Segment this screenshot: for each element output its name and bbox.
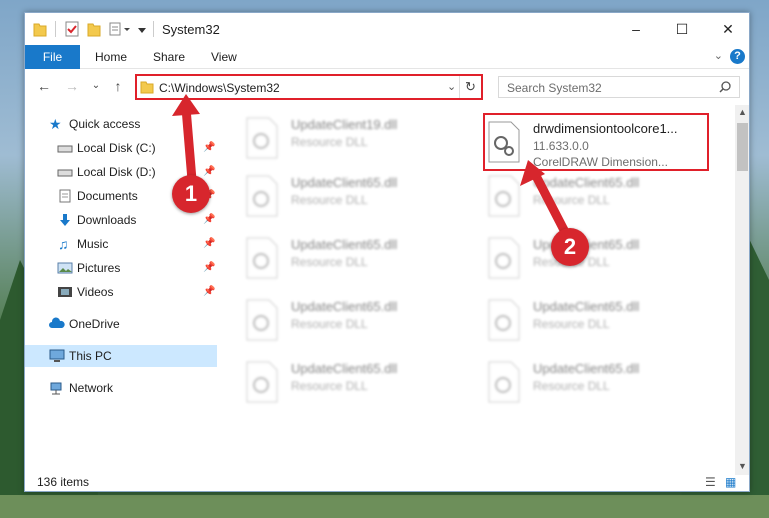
search-placeholder: Search System32 bbox=[507, 81, 602, 95]
refresh-icon[interactable]: ↻ bbox=[465, 79, 476, 95]
pictures-icon bbox=[57, 262, 73, 274]
customize-toolbar-icon[interactable] bbox=[109, 21, 131, 37]
folder-icon bbox=[140, 81, 154, 94]
large-icons-view-icon[interactable]: ▦ bbox=[725, 475, 736, 489]
sidebar-item-network[interactable]: Network bbox=[25, 377, 217, 399]
maximize-button[interactable]: ☐ bbox=[659, 13, 705, 45]
step-marker-two: 2 bbox=[551, 228, 589, 266]
window-title: System32 bbox=[162, 22, 220, 37]
pin-icon[interactable]: 📌 bbox=[203, 209, 215, 231]
scrollbar-thumb[interactable] bbox=[737, 123, 748, 171]
pin-icon[interactable]: 📌 bbox=[203, 281, 215, 303]
tab-view[interactable]: View bbox=[211, 45, 237, 69]
item-count: 136 items bbox=[37, 475, 90, 489]
address-bar[interactable]: C:\Windows\System32 ⌄ ↻ bbox=[135, 74, 483, 100]
vertical-scrollbar[interactable]: ▲ ▼ bbox=[735, 105, 749, 475]
file-item[interactable]: UpdateClient65.dll Resource DLL bbox=[245, 233, 465, 287]
file-item[interactable]: UpdateClient19.dll Resource DLL bbox=[245, 113, 465, 167]
pin-icon[interactable]: 📌 bbox=[203, 257, 215, 279]
search-icon[interactable] bbox=[719, 81, 731, 93]
chevron-down-icon[interactable]: ⌄ bbox=[714, 49, 723, 62]
address-path: C:\Windows\System32 bbox=[159, 81, 280, 95]
pin-icon[interactable]: 📌 bbox=[203, 161, 215, 183]
documents-icon bbox=[59, 189, 71, 203]
ribbon: File Home Share View ⌄ ? bbox=[25, 45, 749, 69]
file-item[interactable]: UpdateClient65.dll Resource DLL bbox=[245, 295, 465, 349]
drive-icon bbox=[57, 145, 73, 153]
scroll-up-icon[interactable]: ▲ bbox=[738, 107, 747, 117]
sidebar-item-quick-access[interactable]: ★ Quick access bbox=[25, 113, 217, 135]
details-view-icon[interactable]: ☰ bbox=[705, 475, 716, 489]
navigation-pane: ★ Quick access Local Disk (C:) 📌 Local D… bbox=[25, 109, 217, 469]
downloads-icon bbox=[60, 214, 70, 226]
pin-icon[interactable]: 📌 bbox=[203, 137, 215, 159]
minimize-button[interactable]: – bbox=[613, 13, 659, 45]
step-marker-one: 1 bbox=[172, 175, 210, 213]
scroll-down-icon[interactable]: ▼ bbox=[738, 461, 747, 471]
pin-icon[interactable]: 📌 bbox=[203, 233, 215, 255]
star-icon: ★ bbox=[49, 116, 62, 132]
title-bar: System32 – ☐ ✕ bbox=[25, 13, 749, 45]
tab-share[interactable]: Share bbox=[153, 45, 185, 69]
chevron-down-icon[interactable]: ⌄ bbox=[447, 80, 456, 93]
sidebar-item-videos[interactable]: Videos 📌 bbox=[25, 281, 217, 303]
up-button[interactable]: ↑ bbox=[109, 77, 127, 95]
network-icon bbox=[50, 382, 62, 395]
drive-icon bbox=[57, 169, 73, 177]
file-explorer-window: System32 – ☐ ✕ File Home Share View ⌄ ? … bbox=[24, 12, 750, 492]
dll-file-icon bbox=[246, 361, 278, 403]
dll-file-icon bbox=[246, 117, 278, 159]
file-item[interactable]: UpdateClient65.dll Resource DLL bbox=[245, 357, 465, 411]
new-folder-icon[interactable] bbox=[87, 21, 101, 37]
cloud-icon bbox=[49, 317, 65, 328]
forward-button[interactable]: → bbox=[63, 77, 81, 95]
file-item[interactable]: UpdateClient65.dll Resource DLL bbox=[487, 171, 707, 225]
sidebar-item-local-disk-c[interactable]: Local Disk (C:) 📌 bbox=[25, 137, 217, 159]
navigation-bar: ← → ⌄ ↑ C:\Windows\System32 ⌄ ↻ Search S… bbox=[25, 73, 749, 101]
dll-file-icon bbox=[488, 237, 520, 279]
videos-icon bbox=[58, 287, 72, 297]
computer-icon bbox=[49, 349, 65, 362]
dropdown-icon[interactable] bbox=[137, 21, 147, 37]
status-bar: 136 items ☰ ▦ bbox=[25, 471, 749, 491]
properties-icon[interactable] bbox=[65, 21, 79, 37]
dll-file-icon bbox=[488, 175, 520, 217]
dll-file-icon bbox=[246, 175, 278, 217]
help-icon[interactable]: ? bbox=[730, 49, 745, 64]
sidebar-item-this-pc[interactable]: This PC bbox=[25, 345, 217, 367]
dll-file-icon bbox=[488, 361, 520, 403]
recent-locations-button[interactable]: ⌄ bbox=[87, 77, 105, 95]
dll-file-icon bbox=[246, 237, 278, 279]
back-button[interactable]: ← bbox=[35, 77, 53, 95]
file-highlight-box bbox=[483, 113, 709, 171]
file-item[interactable]: UpdateClient65.dll Resource DLL bbox=[487, 233, 707, 287]
tab-home[interactable]: Home bbox=[95, 45, 127, 69]
sidebar-item-pictures[interactable]: Pictures 📌 bbox=[25, 257, 217, 279]
file-item[interactable]: UpdateClient65.dll Resource DLL bbox=[487, 295, 707, 349]
folder-icon bbox=[33, 23, 47, 37]
sidebar-item-onedrive[interactable]: OneDrive bbox=[25, 313, 217, 335]
search-input[interactable]: Search System32 bbox=[498, 76, 740, 98]
music-icon: ♫ bbox=[58, 236, 69, 252]
tab-file[interactable]: File bbox=[25, 45, 80, 69]
close-button[interactable]: ✕ bbox=[705, 13, 749, 45]
file-item[interactable]: UpdateClient65.dll Resource DLL bbox=[245, 171, 465, 225]
file-item[interactable]: UpdateClient65.dll Resource DLL bbox=[487, 357, 707, 411]
dll-file-icon bbox=[246, 299, 278, 341]
sidebar-item-music[interactable]: ♫ Music 📌 bbox=[25, 233, 217, 255]
dll-file-icon bbox=[488, 299, 520, 341]
